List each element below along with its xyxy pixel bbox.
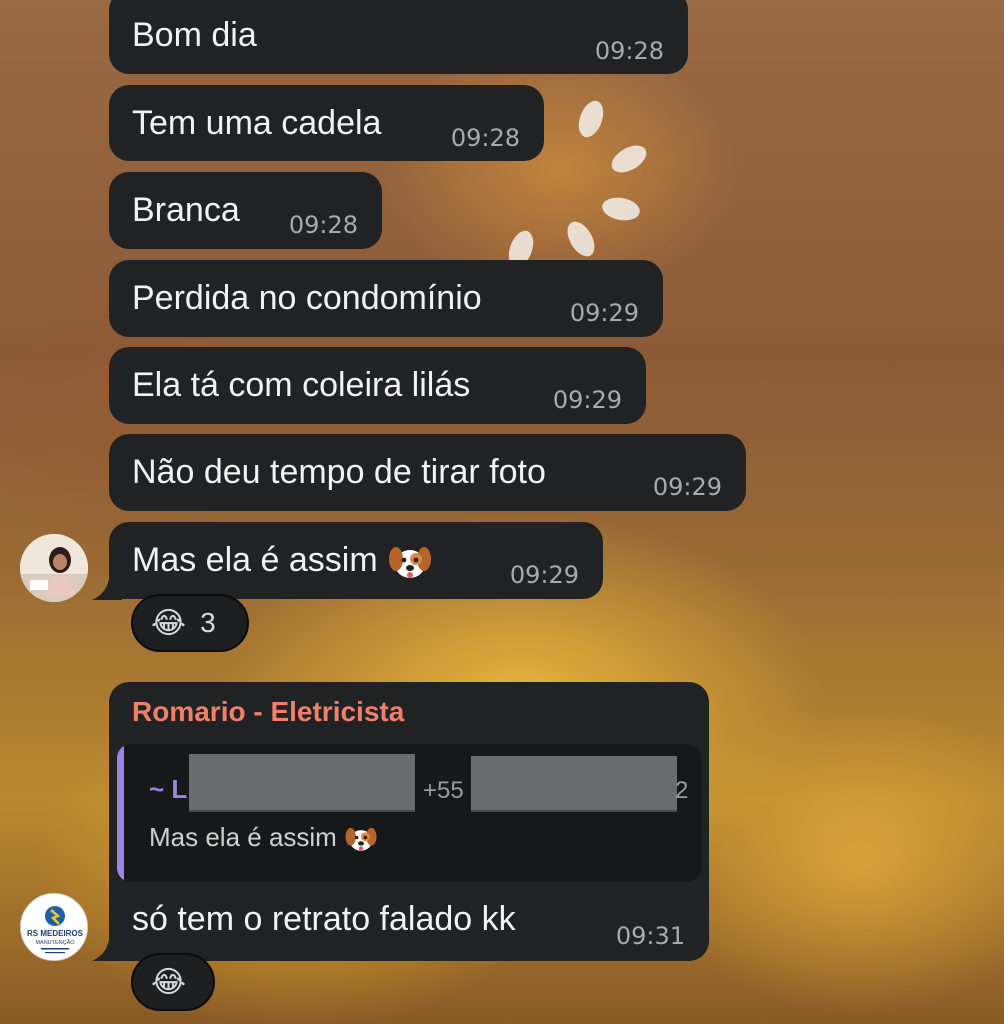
quote-author: ~ L — [149, 774, 188, 804]
quote-phone-prefix: +55 — [423, 777, 464, 804]
sender-name[interactable]: Romario - Eletricista — [132, 696, 404, 728]
message-bubble[interactable]: Ela tá com coleira lilás 09:29 — [109, 347, 646, 424]
message-bubble[interactable]: Não deu tempo de tirar foto 09:29 — [109, 434, 746, 511]
reaction-chip[interactable]: 😂 3 — [131, 594, 249, 652]
message-text: Mas ela é assim — [132, 540, 433, 582]
message-bubble[interactable]: Branca 09:28 — [109, 172, 382, 249]
message-bubble[interactable]: Perdida no condomínio 09:29 — [109, 260, 663, 337]
message-text: só tem o retrato falado kk — [132, 900, 516, 938]
message-time: 09:28 — [594, 37, 664, 65]
avatar[interactable] — [20, 534, 88, 602]
quote-phone-suffix: 2 — [675, 777, 689, 804]
message-time: 09:28 — [288, 211, 358, 239]
wallpaper-flowers — [504, 97, 660, 280]
tears-of-joy-icon: 😂 — [151, 964, 187, 1000]
message-time: 09:29 — [509, 561, 579, 589]
quote-text: Mas ela é assim — [149, 822, 378, 854]
message-text: Branca — [132, 191, 240, 229]
quote-accent-bar — [117, 744, 124, 882]
quoted-message[interactable]: ~ L +55 2 Mas ela é assim — [117, 744, 701, 882]
rs-medeiros-logo: RS MEDEIROS MANUTENÇÃO — [21, 894, 87, 960]
redaction-block — [471, 756, 677, 810]
message-bubble[interactable]: Tem uma cadela 09:28 — [109, 85, 544, 161]
message-time: 09:29 — [552, 386, 622, 414]
message-text: Bom dia — [132, 16, 257, 54]
message-time: 09:29 — [652, 473, 722, 501]
message-text: Tem uma cadela — [132, 104, 382, 142]
reaction-count: 3 — [200, 607, 216, 638]
svg-text:MANUTENÇÃO: MANUTENÇÃO — [35, 939, 75, 946]
reaction-chip[interactable]: 😂 — [131, 953, 215, 1011]
message-text: Perdida no condomínio — [132, 279, 482, 317]
dog-face-icon — [389, 547, 432, 579]
message-time: 09:31 — [615, 922, 685, 950]
message-time: 09:28 — [450, 124, 520, 152]
dog-face-icon — [345, 828, 377, 851]
message-text: Ela tá com coleira lilás — [132, 366, 471, 404]
message-text: Não deu tempo de tirar foto — [132, 453, 546, 491]
message-bubble[interactable]: Mas ela é assim 09:29 — [109, 522, 603, 599]
avatar[interactable]: RS MEDEIROS MANUTENÇÃO — [20, 893, 88, 961]
contact-avatar-photo — [20, 534, 88, 602]
message-time: 09:29 — [569, 299, 639, 327]
tears-of-joy-icon: 😂 — [151, 605, 187, 641]
svg-text:RS MEDEIROS: RS MEDEIROS — [27, 929, 84, 938]
redaction-block — [189, 754, 415, 810]
message-bubble[interactable]: Bom dia 09:28 — [109, 0, 688, 74]
reply-message-bubble[interactable]: Romario - Eletricista ~ L +55 2 Mas ela … — [109, 682, 709, 961]
